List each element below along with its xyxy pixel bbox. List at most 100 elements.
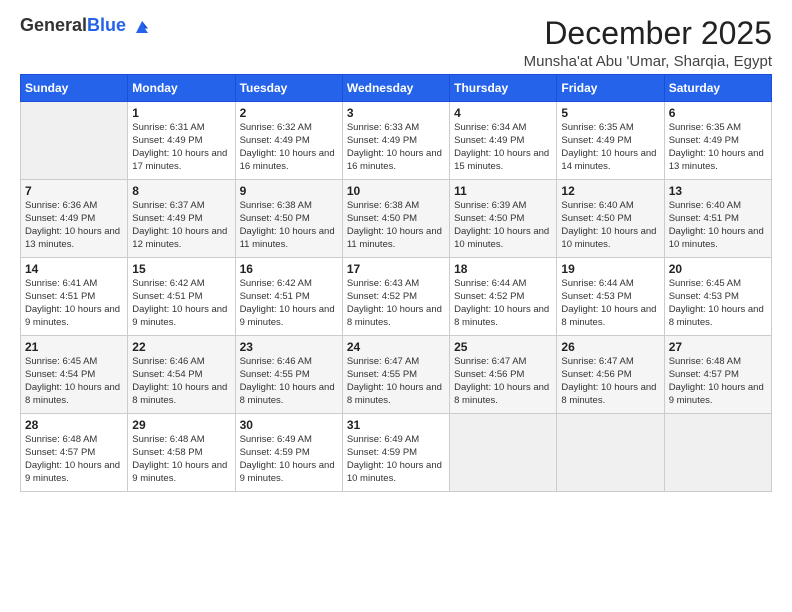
day-number: 20 xyxy=(669,262,767,276)
day-cell: 23 Sunrise: 6:46 AM Sunset: 4:55 PM Dayli… xyxy=(235,336,342,414)
day-info: Sunrise: 6:42 AM Sunset: 4:51 PM Dayligh… xyxy=(240,278,338,329)
calendar-body: 1 Sunrise: 6:31 AM Sunset: 4:49 PM Daylig… xyxy=(21,102,772,492)
day-info: Sunrise: 6:38 AM Sunset: 4:50 PM Dayligh… xyxy=(240,200,338,251)
day-info: Sunrise: 6:45 AM Sunset: 4:53 PM Dayligh… xyxy=(669,278,767,329)
day-number: 23 xyxy=(240,340,338,354)
col-tuesday: Tuesday xyxy=(235,75,342,102)
day-info: Sunrise: 6:47 AM Sunset: 4:55 PM Dayligh… xyxy=(347,356,445,407)
day-number: 25 xyxy=(454,340,552,354)
day-info: Sunrise: 6:36 AM Sunset: 4:49 PM Dayligh… xyxy=(25,200,123,251)
col-friday: Friday xyxy=(557,75,664,102)
day-number: 18 xyxy=(454,262,552,276)
day-number: 22 xyxy=(132,340,230,354)
day-cell: 17Sunrise: 6:43 AM Sunset: 4:52 PM Dayli… xyxy=(342,258,449,336)
day-cell: 24 Sunrise: 6:47 AM Sunset: 4:55 PM Dayli… xyxy=(342,336,449,414)
day-info: Sunrise: 6:42 AM Sunset: 4:51 PM Dayligh… xyxy=(132,278,230,329)
col-thursday: Thursday xyxy=(450,75,557,102)
day-info: Sunrise: 6:40 AM Sunset: 4:50 PM Dayligh… xyxy=(561,200,659,251)
logo: GeneralBlue xyxy=(20,16,151,36)
day-info: Sunrise: 6:33 AM Sunset: 4:49 PM Dayligh… xyxy=(347,122,445,173)
day-info: Sunrise: 6:37 AM Sunset: 4:49 PM Dayligh… xyxy=(132,200,230,251)
calendar-header: Sunday Monday Tuesday Wednesday Thursday… xyxy=(21,75,772,102)
col-sunday: Sunday xyxy=(21,75,128,102)
day-info: Sunrise: 6:44 AM Sunset: 4:53 PM Dayligh… xyxy=(561,278,659,329)
day-info: Sunrise: 6:49 AM Sunset: 4:59 PM Dayligh… xyxy=(240,434,338,485)
day-number: 8 xyxy=(132,184,230,198)
day-info: Sunrise: 6:34 AM Sunset: 4:49 PM Dayligh… xyxy=(454,122,552,173)
day-number: 21 xyxy=(25,340,123,354)
day-cell: 15 Sunrise: 6:42 AM Sunset: 4:51 PM Dayli… xyxy=(128,258,235,336)
day-cell: 14Sunrise: 6:41 AM Sunset: 4:51 PM Dayli… xyxy=(21,258,128,336)
day-cell: 6 Sunrise: 6:35 AM Sunset: 4:49 PM Daylig… xyxy=(664,102,771,180)
logo-icon xyxy=(133,18,151,36)
week-row-5: 28Sunrise: 6:48 AM Sunset: 4:57 PM Dayli… xyxy=(21,414,772,492)
day-info: Sunrise: 6:31 AM Sunset: 4:49 PM Dayligh… xyxy=(132,122,230,173)
day-cell: 3 Sunrise: 6:33 AM Sunset: 4:49 PM Daylig… xyxy=(342,102,449,180)
day-number: 15 xyxy=(132,262,230,276)
day-number: 17 xyxy=(347,262,445,276)
day-number: 24 xyxy=(347,340,445,354)
day-number: 9 xyxy=(240,184,338,198)
day-cell: 16Sunrise: 6:42 AM Sunset: 4:51 PM Dayli… xyxy=(235,258,342,336)
day-cell: 10Sunrise: 6:38 AM Sunset: 4:50 PM Dayli… xyxy=(342,180,449,258)
day-cell: 4 Sunrise: 6:34 AM Sunset: 4:49 PM Daylig… xyxy=(450,102,557,180)
header: GeneralBlue December 2025 Munsha'at Abu … xyxy=(20,16,772,70)
day-info: Sunrise: 6:35 AM Sunset: 4:49 PM Dayligh… xyxy=(561,122,659,173)
location-subtitle: Munsha'at Abu 'Umar, Sharqia, Egypt xyxy=(524,53,772,70)
day-number: 7 xyxy=(25,184,123,198)
day-info: Sunrise: 6:47 AM Sunset: 4:56 PM Dayligh… xyxy=(454,356,552,407)
day-cell: 20 Sunrise: 6:45 AM Sunset: 4:53 PM Dayli… xyxy=(664,258,771,336)
week-row-3: 14Sunrise: 6:41 AM Sunset: 4:51 PM Dayli… xyxy=(21,258,772,336)
day-cell: 27 Sunrise: 6:48 AM Sunset: 4:57 PM Dayli… xyxy=(664,336,771,414)
calendar-container: GeneralBlue December 2025 Munsha'at Abu … xyxy=(0,0,792,502)
day-number: 13 xyxy=(669,184,767,198)
col-saturday: Saturday xyxy=(664,75,771,102)
day-info: Sunrise: 6:40 AM Sunset: 4:51 PM Dayligh… xyxy=(669,200,767,251)
day-number: 10 xyxy=(347,184,445,198)
day-number: 2 xyxy=(240,106,338,120)
day-info: Sunrise: 6:46 AM Sunset: 4:54 PM Dayligh… xyxy=(132,356,230,407)
logo-blue-text: Blue xyxy=(87,15,126,35)
day-cell: 7 Sunrise: 6:36 AM Sunset: 4:49 PM Daylig… xyxy=(21,180,128,258)
day-cell: 22 Sunrise: 6:46 AM Sunset: 4:54 PM Dayli… xyxy=(128,336,235,414)
day-cell xyxy=(664,414,771,492)
day-cell: 25 Sunrise: 6:47 AM Sunset: 4:56 PM Dayli… xyxy=(450,336,557,414)
day-number: 26 xyxy=(561,340,659,354)
day-info: Sunrise: 6:48 AM Sunset: 4:57 PM Dayligh… xyxy=(25,434,123,485)
day-number: 12 xyxy=(561,184,659,198)
day-number: 3 xyxy=(347,106,445,120)
day-cell xyxy=(557,414,664,492)
day-number: 29 xyxy=(132,418,230,432)
day-info: Sunrise: 6:44 AM Sunset: 4:52 PM Dayligh… xyxy=(454,278,552,329)
header-row: Sunday Monday Tuesday Wednesday Thursday… xyxy=(21,75,772,102)
day-cell: 12 Sunrise: 6:40 AM Sunset: 4:50 PM Dayli… xyxy=(557,180,664,258)
day-number: 5 xyxy=(561,106,659,120)
day-number: 27 xyxy=(669,340,767,354)
day-cell: 21 Sunrise: 6:45 AM Sunset: 4:54 PM Dayli… xyxy=(21,336,128,414)
day-info: Sunrise: 6:35 AM Sunset: 4:49 PM Dayligh… xyxy=(669,122,767,173)
day-number: 1 xyxy=(132,106,230,120)
day-number: 30 xyxy=(240,418,338,432)
col-wednesday: Wednesday xyxy=(342,75,449,102)
day-cell: 1 Sunrise: 6:31 AM Sunset: 4:49 PM Daylig… xyxy=(128,102,235,180)
day-cell: 13 Sunrise: 6:40 AM Sunset: 4:51 PM Dayli… xyxy=(664,180,771,258)
day-number: 31 xyxy=(347,418,445,432)
day-cell: 30 Sunrise: 6:49 AM Sunset: 4:59 PM Dayli… xyxy=(235,414,342,492)
week-row-2: 7 Sunrise: 6:36 AM Sunset: 4:49 PM Daylig… xyxy=(21,180,772,258)
calendar-table: Sunday Monday Tuesday Wednesday Thursday… xyxy=(20,74,772,492)
day-info: Sunrise: 6:49 AM Sunset: 4:59 PM Dayligh… xyxy=(347,434,445,485)
day-info: Sunrise: 6:45 AM Sunset: 4:54 PM Dayligh… xyxy=(25,356,123,407)
day-number: 4 xyxy=(454,106,552,120)
col-monday: Monday xyxy=(128,75,235,102)
day-cell xyxy=(21,102,128,180)
day-cell: 8 Sunrise: 6:37 AM Sunset: 4:49 PM Daylig… xyxy=(128,180,235,258)
day-number: 6 xyxy=(669,106,767,120)
day-number: 11 xyxy=(454,184,552,198)
title-block: December 2025 Munsha'at Abu 'Umar, Sharq… xyxy=(524,16,772,70)
day-cell: 19Sunrise: 6:44 AM Sunset: 4:53 PM Dayli… xyxy=(557,258,664,336)
day-info: Sunrise: 6:47 AM Sunset: 4:56 PM Dayligh… xyxy=(561,356,659,407)
day-info: Sunrise: 6:39 AM Sunset: 4:50 PM Dayligh… xyxy=(454,200,552,251)
day-info: Sunrise: 6:48 AM Sunset: 4:57 PM Dayligh… xyxy=(669,356,767,407)
day-info: Sunrise: 6:41 AM Sunset: 4:51 PM Dayligh… xyxy=(25,278,123,329)
day-info: Sunrise: 6:46 AM Sunset: 4:55 PM Dayligh… xyxy=(240,356,338,407)
